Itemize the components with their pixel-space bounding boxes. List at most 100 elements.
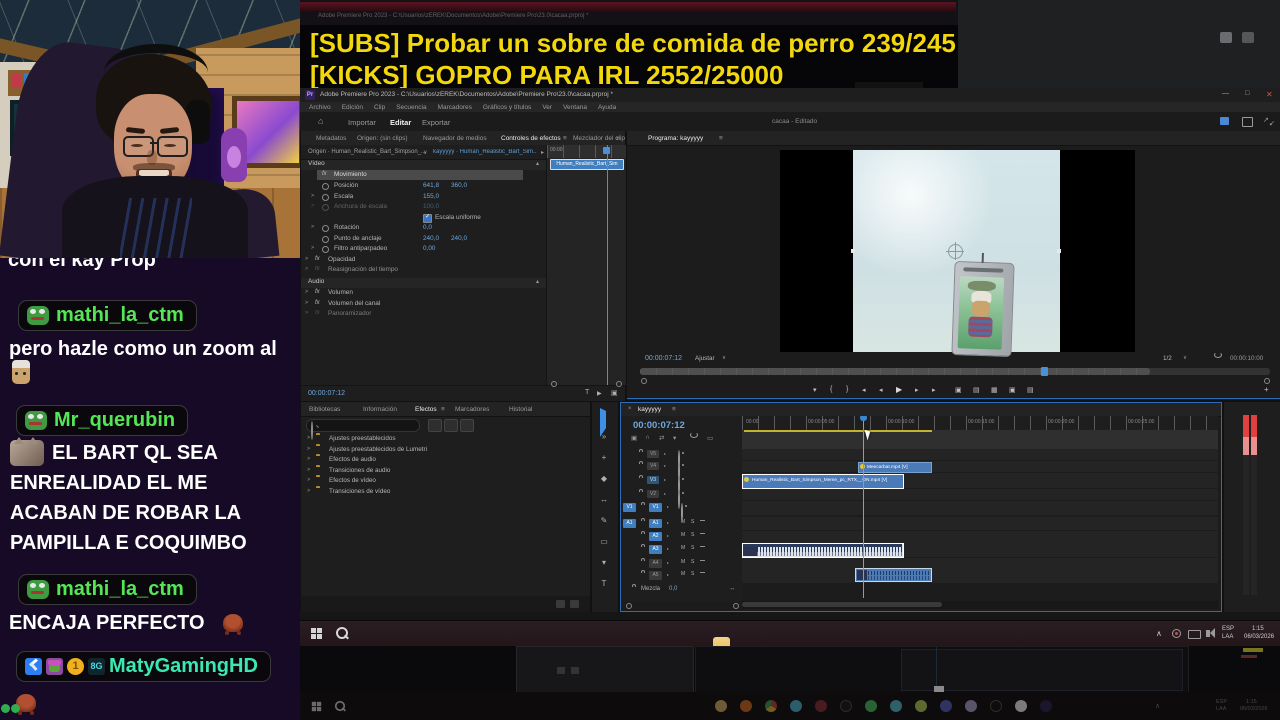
tab-programa[interactable]: Programa: kayyyyy bbox=[648, 135, 703, 142]
tab-metadatos[interactable]: Metadatos bbox=[316, 135, 346, 142]
folder-label[interactable]: Transiciones de vídeo bbox=[329, 488, 390, 495]
premiere-titlebar[interactable]: Pr Adobe Premiere Pro 2023 - C:\Usuarios… bbox=[300, 88, 1280, 102]
stopwatch-icon[interactable] bbox=[322, 235, 329, 243]
tray-time[interactable]: 1:15 bbox=[1252, 626, 1264, 632]
tray-display-icon[interactable] bbox=[1188, 630, 1201, 639]
folder-row[interactable]: > Efectos de vídeo bbox=[301, 476, 590, 486]
chat-username[interactable]: MatyGamingHD bbox=[109, 655, 258, 678]
track-target[interactable]: V1 bbox=[649, 503, 662, 512]
tab-overflow-icon[interactable]: » bbox=[616, 135, 620, 142]
panel-menu-icon[interactable]: ≡ bbox=[441, 406, 445, 413]
solo-button[interactable]: S bbox=[691, 532, 694, 538]
extract-icon[interactable]: ▤ bbox=[973, 386, 980, 394]
program-timecode[interactable]: 00:00:07:12 bbox=[645, 355, 682, 362]
disclosure-icon[interactable]: > bbox=[307, 467, 310, 473]
track-header-a1[interactable]: A1 A1 M S bbox=[621, 517, 742, 530]
ec-row-escala-uniforme[interactable]: ✓ Escala uniforme ↺ bbox=[301, 213, 842, 224]
track-target[interactable]: A4 bbox=[649, 559, 662, 568]
taskbar-search-icon[interactable] bbox=[336, 627, 348, 639]
chevron-right-icon[interactable]: ▸ bbox=[541, 149, 544, 156]
track-header-a5[interactable]: A5 M S bbox=[621, 569, 742, 583]
effect-label[interactable]: Reasignación del tiempo bbox=[328, 266, 398, 273]
disclosure-icon[interactable]: > bbox=[305, 300, 308, 306]
effect-label[interactable]: Panoramizador bbox=[328, 310, 371, 317]
tab-navegador[interactable]: Navegador de medios bbox=[423, 135, 487, 142]
go-to-in-icon[interactable]: ◂ bbox=[862, 386, 866, 394]
close-button[interactable]: ✕ bbox=[1266, 90, 1273, 99]
panel-menu-icon[interactable]: ≡ bbox=[563, 135, 567, 142]
collapse-icon[interactable]: ▴ bbox=[536, 278, 539, 285]
menu-ayuda[interactable]: Ayuda bbox=[598, 104, 616, 111]
tab-controles-efectos[interactable]: Controles de efectos bbox=[501, 135, 561, 142]
filter-yuv-icon[interactable] bbox=[460, 419, 474, 432]
linked-selection-icon[interactable]: ⇄ bbox=[659, 434, 664, 442]
fullscreen-icon[interactable]: ↗ bbox=[1263, 116, 1269, 124]
type-tool-icon[interactable]: T bbox=[585, 389, 589, 396]
value-y[interactable]: 360,0 bbox=[451, 182, 467, 189]
disclosure-icon[interactable]: > bbox=[305, 310, 308, 316]
folder-label[interactable]: Transiciones de audio bbox=[329, 467, 390, 474]
tab-exportar[interactable]: Exportar bbox=[422, 118, 450, 127]
value[interactable]: 0,0 bbox=[423, 224, 432, 231]
track-header-master[interactable]: Mezcla 0,0 ↔ bbox=[621, 584, 742, 596]
pen-tool[interactable]: ✎ bbox=[593, 516, 615, 525]
timeline-ruler[interactable]: 00:00 00:00:05:00 00:00:10:00 00:00:15:0… bbox=[742, 416, 1218, 430]
value-x[interactable]: 240,0 bbox=[423, 235, 439, 242]
ec-section-video[interactable]: Vídeo ▴ bbox=[301, 160, 546, 170]
new-bin-icon[interactable] bbox=[556, 600, 565, 608]
value[interactable]: 155,0 bbox=[423, 193, 439, 200]
track-target[interactable]: V5 bbox=[647, 450, 659, 458]
slip-tool[interactable]: ↔ bbox=[593, 495, 615, 504]
ec-row-reasignacion[interactable]: > fx Reasignación del tiempo bbox=[301, 266, 546, 276]
track-target[interactable]: A3 bbox=[649, 545, 662, 554]
ec-mini-timeline[interactable]: 00:00 Human_Realistic_Bart_Sim bbox=[546, 145, 626, 385]
lane-a5[interactable] bbox=[742, 569, 1218, 583]
tray-expand-icon[interactable]: ∧ bbox=[1156, 629, 1162, 638]
disclosure-icon[interactable]: > bbox=[305, 266, 308, 272]
track-target[interactable]: A1 bbox=[649, 519, 662, 528]
lane-v4[interactable] bbox=[742, 461, 1218, 472]
menu-ver[interactable]: Ver bbox=[542, 104, 552, 111]
play-button-icon[interactable]: ▶ bbox=[896, 385, 902, 394]
ec-row-rotacion[interactable]: > Rotación 0,0 ↺ bbox=[301, 224, 842, 234]
lane-v1[interactable] bbox=[742, 501, 1218, 515]
mute-button[interactable]: M bbox=[681, 545, 685, 551]
effect-label[interactable]: Opacidad bbox=[328, 256, 355, 263]
menu-clip[interactable]: Clip bbox=[374, 104, 385, 111]
folder-row[interactable]: > Transiciones de vídeo bbox=[301, 487, 590, 497]
menu-ventana[interactable]: Ventana bbox=[563, 104, 587, 111]
track-header-a2[interactable]: A2 M S bbox=[621, 531, 742, 542]
ec-row-filtro[interactable]: > Filtro antiparpadeo 0,00 ↺ bbox=[301, 245, 842, 255]
rectangle-tool[interactable]: ▭ bbox=[593, 537, 615, 546]
solo-button[interactable]: S bbox=[691, 519, 694, 525]
track-header-a4[interactable]: A4 M S bbox=[621, 558, 742, 569]
timeline-scrollbar[interactable] bbox=[742, 601, 1218, 609]
ec-row-vol-canal[interactable]: > fx Volumen del canal ↺ bbox=[301, 300, 842, 310]
playhead-head[interactable] bbox=[860, 416, 867, 421]
zoom-handle[interactable] bbox=[616, 381, 622, 387]
source-patch[interactable]: A1 bbox=[623, 519, 636, 528]
folder-row[interactable]: > Efectos de audio bbox=[301, 455, 590, 465]
track-target[interactable]: V2 bbox=[647, 490, 659, 498]
menu-secuencia[interactable]: Secuencia bbox=[396, 104, 426, 111]
effect-label[interactable]: Volumen del canal bbox=[328, 300, 380, 307]
folder-label[interactable]: Ajustes preestablecidos de Lumetri bbox=[329, 446, 427, 453]
chevron-down-icon[interactable]: ∨ bbox=[1183, 355, 1187, 361]
tray-date[interactable]: 06/03/2026 bbox=[1244, 634, 1274, 640]
multicam-icon[interactable]: ▤ bbox=[1027, 386, 1034, 394]
add-marker-icon[interactable]: ▾ bbox=[673, 434, 676, 442]
tab-efectos[interactable]: Efectos bbox=[415, 406, 437, 413]
timeline-timecode[interactable]: 00:00:07:12 bbox=[633, 420, 685, 431]
minimize-button[interactable]: — bbox=[1222, 90, 1229, 97]
track-header-v3[interactable]: V3 bbox=[621, 473, 742, 495]
type-tool[interactable]: T bbox=[593, 579, 615, 588]
disclosure-icon[interactable]: > bbox=[307, 477, 310, 483]
value-y[interactable]: 240,0 bbox=[451, 235, 467, 242]
menu-graficos[interactable]: Gráficos y títulos bbox=[483, 104, 531, 111]
value-x[interactable]: 641,8 bbox=[423, 182, 439, 189]
transform-handle[interactable] bbox=[851, 249, 855, 253]
menu-edicion[interactable]: Edición bbox=[342, 104, 363, 111]
track-target[interactable]: V3 bbox=[647, 476, 659, 484]
clip-v4[interactable]: Meecarbat.mp4 [V] bbox=[858, 462, 932, 473]
menu-archivo[interactable]: Archivo bbox=[309, 104, 331, 111]
